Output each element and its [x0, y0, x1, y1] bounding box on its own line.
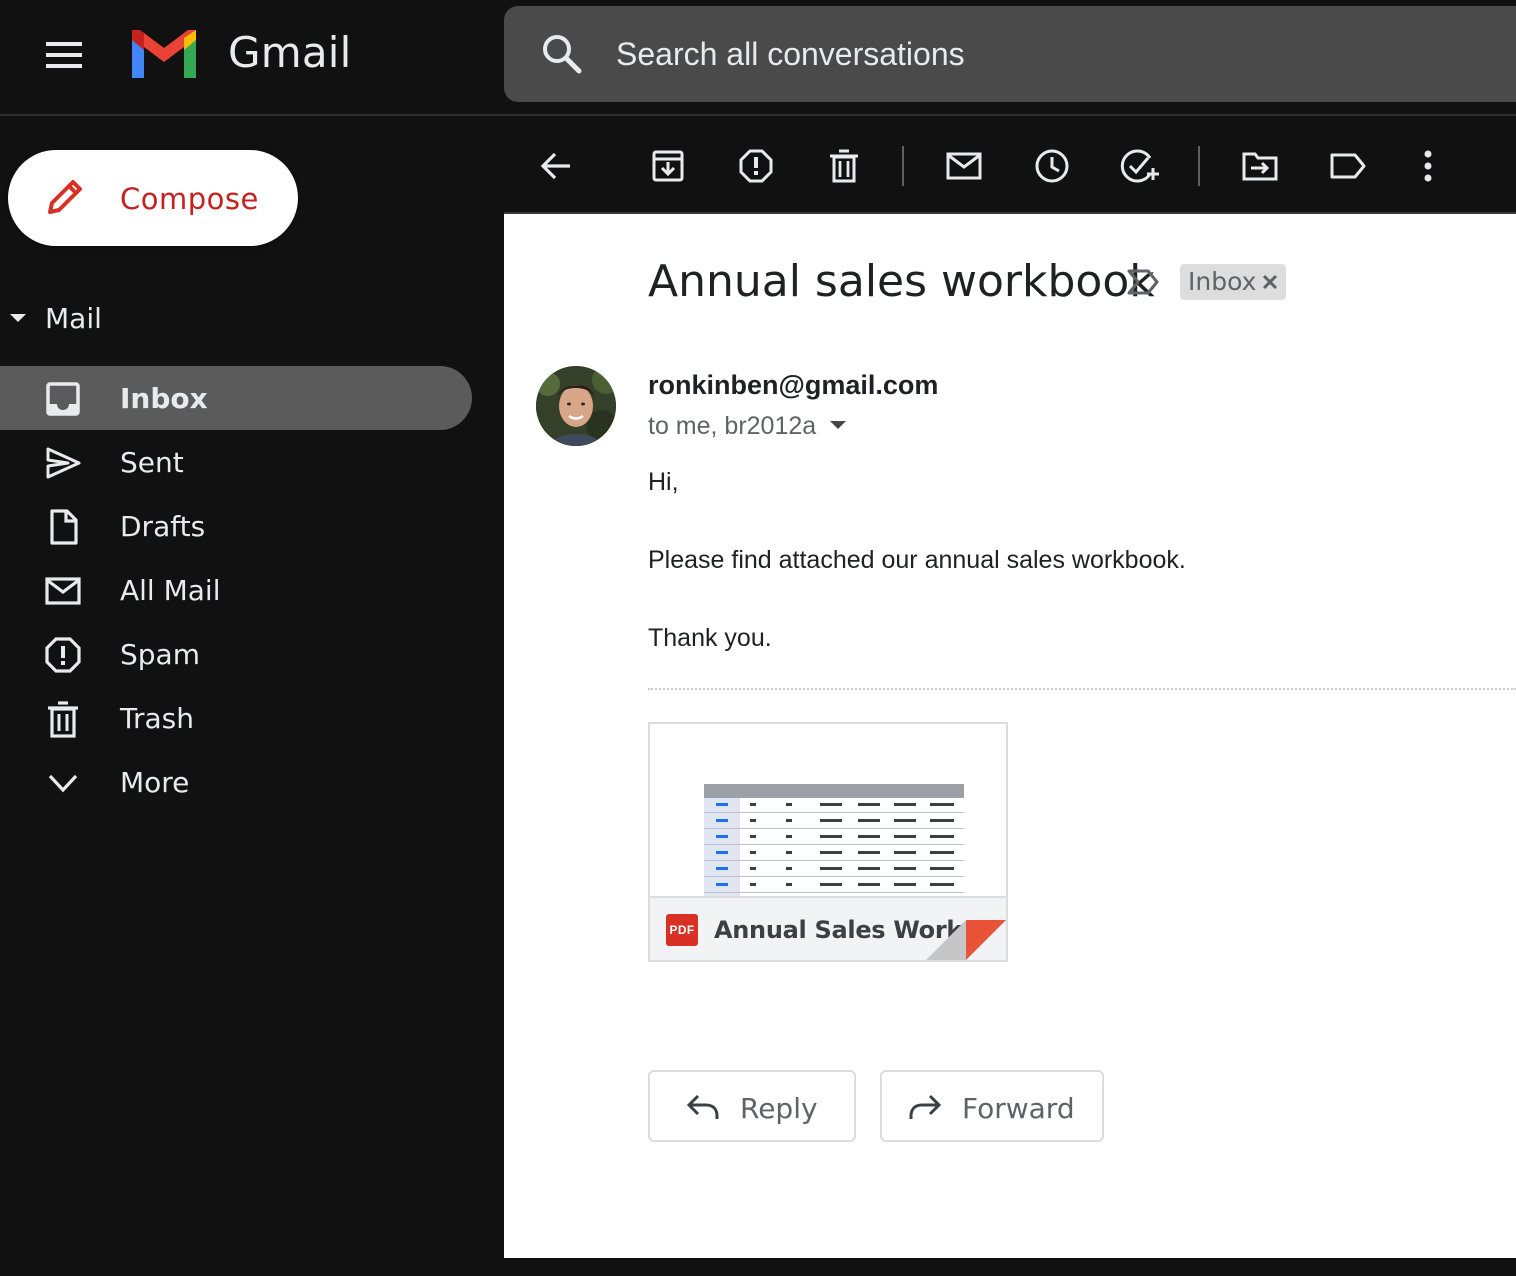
app-name: Gmail: [228, 28, 352, 77]
message-subject: Annual sales workbook: [648, 256, 1155, 307]
sidebar-item-all-mail[interactable]: All Mail: [0, 558, 472, 622]
sidebar-item-trash[interactable]: Trash: [0, 686, 472, 750]
forward-label: Forward: [962, 1092, 1075, 1125]
forward-icon: [909, 1094, 942, 1119]
sidebar-item-sent[interactable]: Sent: [0, 430, 472, 494]
snooze-button[interactable]: [1028, 142, 1076, 190]
reply-icon: [686, 1094, 719, 1119]
pencil-icon: [48, 180, 82, 214]
report-spam-icon: [739, 149, 773, 183]
top-bar: Gmail: [0, 0, 1516, 116]
importance-marker-icon[interactable]: [1126, 268, 1160, 296]
label-icon: [1330, 153, 1366, 179]
chevron-down-icon: [48, 774, 78, 793]
message-body-line: Hi,: [648, 468, 679, 496]
attachment-thumbnail: [690, 774, 964, 896]
message-pane: Annual sales workbook Inbox ronkinben@gm…: [504, 214, 1516, 1258]
snooze-icon: [1035, 149, 1069, 183]
page-fold-icon: [926, 920, 1006, 960]
sidebar-item-drafts[interactable]: Drafts: [0, 494, 472, 558]
sidebar-item-more[interactable]: More: [0, 750, 472, 814]
archive-icon: [652, 150, 684, 182]
sidebar-item-label: Inbox: [120, 382, 208, 415]
add-task-icon: [1120, 149, 1159, 183]
attachments-divider: [648, 688, 1516, 690]
add-task-button[interactable]: [1116, 142, 1164, 190]
close-icon[interactable]: [1260, 272, 1280, 292]
mail-section-label: Mail: [45, 302, 102, 335]
compose-button[interactable]: Compose: [8, 150, 298, 246]
move-to-button[interactable]: [1236, 142, 1284, 190]
mail-section-toggle[interactable]: Mail: [0, 296, 300, 342]
hamburger-menu-icon: [46, 42, 82, 68]
compose-label: Compose: [120, 182, 259, 216]
recipients-text: to me, br2012a: [648, 412, 817, 440]
more-options-button[interactable]: [1404, 142, 1452, 190]
sidebar-item-label: More: [120, 766, 190, 799]
toolbar-divider: [1198, 146, 1200, 186]
back-arrow-icon: [540, 152, 570, 180]
sidebar-item-label: Spam: [120, 638, 200, 671]
forward-button[interactable]: Forward: [880, 1070, 1104, 1142]
attachment-card[interactable]: PDF Annual Sales Work...: [648, 722, 1008, 962]
sender-avatar[interactable]: [536, 366, 616, 446]
archive-button[interactable]: [644, 142, 692, 190]
avatar-photo: [536, 366, 616, 446]
sender-email[interactable]: ronkinben@gmail.com: [648, 370, 938, 401]
sidebar-item-label: Drafts: [120, 510, 206, 543]
draft-icon: [50, 509, 78, 545]
reply-label: Reply: [740, 1092, 818, 1125]
mark-unread-button[interactable]: [940, 142, 988, 190]
delete-icon: [830, 149, 858, 183]
back-button[interactable]: [532, 142, 580, 190]
caret-down-icon: [830, 421, 847, 430]
sidebar-item-label: Sent: [120, 446, 184, 479]
toolbar-divider: [902, 146, 904, 186]
pdf-file-icon: PDF: [666, 914, 698, 946]
sidebar-item-spam[interactable]: Spam: [0, 622, 472, 686]
search-bar[interactable]: [504, 6, 1516, 102]
more-vert-icon: [1424, 150, 1432, 182]
message-body-line: Please find attached our annual sales wo…: [648, 546, 1186, 574]
message-toolbar: [504, 118, 1516, 214]
delete-button[interactable]: [820, 142, 868, 190]
label-chip-text: Inbox: [1188, 267, 1257, 296]
inbox-label-chip: Inbox: [1180, 264, 1287, 300]
sidebar-item-label: Trash: [120, 702, 194, 735]
search-icon[interactable]: [540, 32, 584, 76]
mark-unread-icon: [946, 152, 982, 180]
reply-button[interactable]: Reply: [648, 1070, 856, 1142]
label-button[interactable]: [1324, 142, 1372, 190]
gmail-logo-icon[interactable]: [126, 26, 202, 82]
caret-down-icon: [10, 314, 26, 322]
sidebar-item-label: All Mail: [120, 574, 221, 607]
report-spam-button[interactable]: [732, 142, 780, 190]
main-menu-button[interactable]: [34, 30, 94, 80]
sidebar-item-inbox[interactable]: Inbox: [0, 366, 472, 430]
recipients-details-toggle[interactable]: to me, br2012a: [648, 412, 847, 441]
message-body-line: Thank you.: [648, 624, 772, 652]
spam-icon: [45, 637, 81, 673]
trash-icon: [48, 701, 78, 738]
move-to-icon: [1242, 152, 1278, 181]
search-input[interactable]: [616, 32, 1496, 76]
mail-icon: [45, 577, 81, 605]
send-icon: [46, 447, 81, 479]
inbox-icon: [46, 382, 80, 416]
